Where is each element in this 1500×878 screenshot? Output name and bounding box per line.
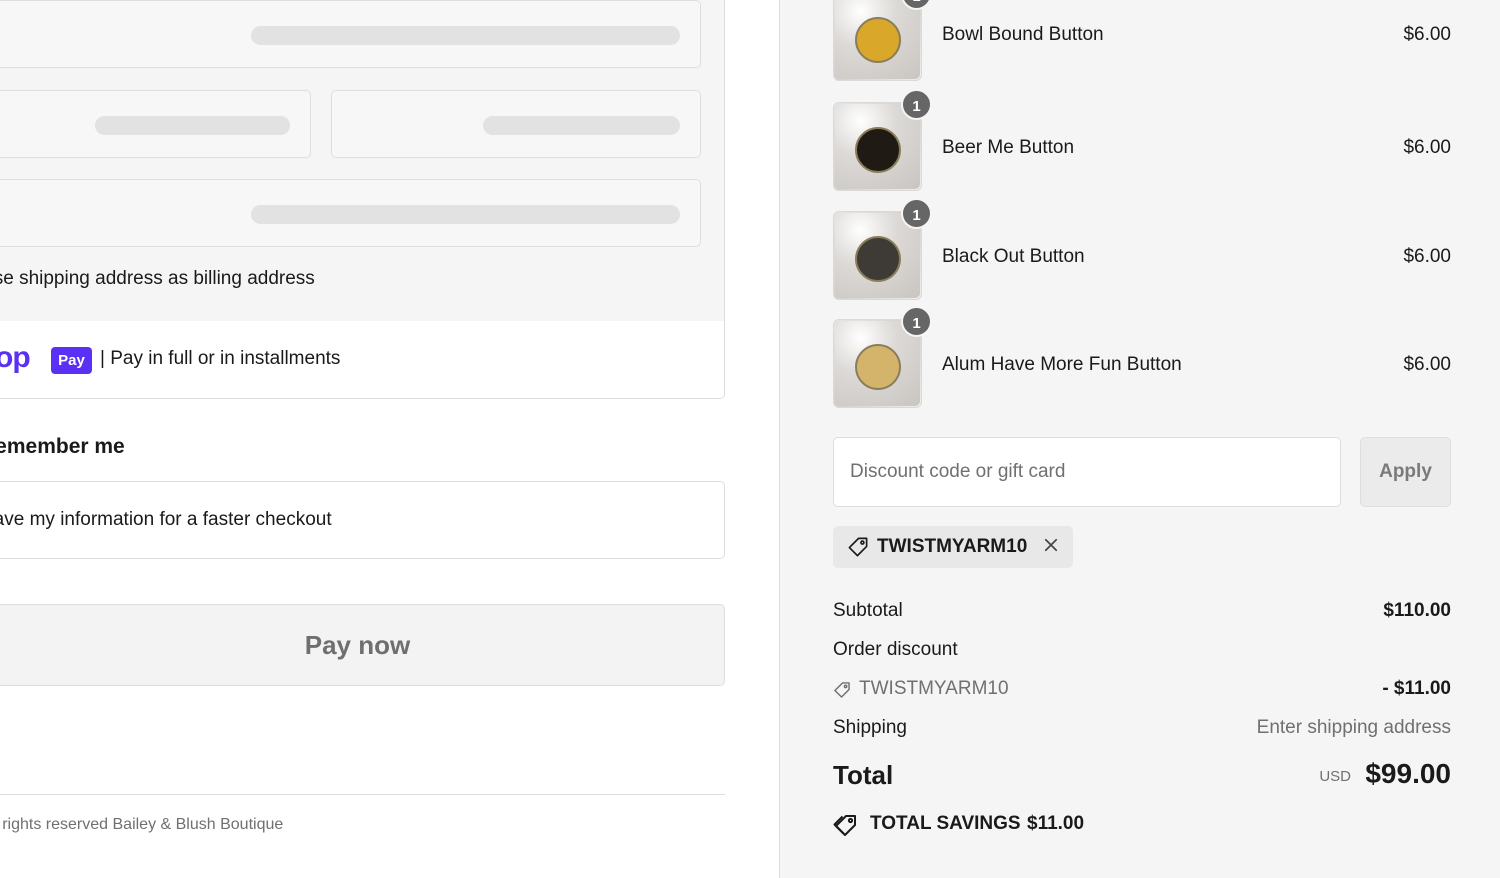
billing-field-placeholder[interactable]	[0, 90, 311, 158]
shop-pay-badge: Pay	[51, 347, 92, 374]
discount-code-input[interactable]	[833, 437, 1341, 507]
subtotal-label: Subtotal	[833, 600, 903, 621]
total-value: $99.00	[1365, 758, 1451, 789]
shop-pay-option[interactable]: shop Pay | Pay in full or in installment…	[0, 321, 725, 399]
total-currency: USD	[1319, 768, 1351, 785]
item-name: Black Out Button	[942, 246, 1085, 267]
alum-have-more-fun-button-photo	[855, 344, 901, 390]
checkout-form-column: Use shipping address as billing address …	[0, 0, 779, 878]
order-summary-sidebar: 1 Bowl Bound Button $6.00 1 Beer Me Butt…	[779, 0, 1500, 878]
billing-field-placeholder[interactable]	[0, 179, 701, 247]
same-address-label[interactable]: Use shipping address as billing address	[0, 268, 315, 290]
savings-tag-icon	[833, 813, 859, 844]
shipping-label: Shipping	[833, 717, 907, 738]
discount-code-label: TWISTMYARM10	[859, 678, 1009, 699]
apply-discount-button[interactable]: Apply	[1360, 437, 1451, 507]
discount-code-row: TWISTMYARM10 - $11.00	[833, 678, 1451, 708]
cart-item: 1 Alum Have More Fun Button $6.00	[833, 306, 1451, 409]
quantity-badge: 1	[901, 89, 932, 120]
loading-bar	[251, 205, 680, 224]
billing-field-placeholder[interactable]	[331, 90, 701, 158]
shipping-row: Shipping Enter shipping address	[833, 717, 1451, 747]
item-price: $6.00	[1403, 137, 1451, 158]
cart-item: 1 Black Out Button $6.00	[833, 198, 1451, 301]
loading-bar	[251, 26, 680, 45]
item-name: Beer Me Button	[942, 137, 1075, 158]
loading-bar	[95, 116, 290, 135]
remove-discount-button[interactable]	[1039, 534, 1063, 558]
black-out-button-photo	[855, 236, 901, 282]
item-price: $6.00	[1403, 354, 1451, 375]
quantity-badge: 1	[901, 306, 932, 337]
quantity-badge: 1	[901, 198, 932, 229]
tag-icon	[847, 536, 869, 563]
shop-pay-logo: shop	[0, 341, 31, 374]
cart-item: 1 Beer Me Button $6.00	[833, 89, 1451, 192]
total-savings-label: TOTAL SAVINGS	[870, 813, 1021, 834]
cart-item: 1 Bowl Bound Button $6.00	[833, 0, 1451, 82]
shipping-value: Enter shipping address	[1256, 717, 1451, 738]
save-info-label: Save my information for a faster checkou…	[0, 509, 332, 530]
subtotal-row: Subtotal $110.00	[833, 600, 1451, 630]
discount-amount: - $11.00	[1382, 678, 1451, 699]
product-thumbnail: 1	[833, 198, 932, 300]
close-icon	[1044, 538, 1058, 551]
pay-now-button[interactable]: Pay now	[0, 604, 725, 686]
total-label: Total	[833, 760, 894, 790]
bowl-bound-button-photo	[855, 17, 901, 63]
item-price: $6.00	[1403, 246, 1451, 267]
footer-copyright: All rights reserved Bailey & Blush Bouti…	[0, 816, 284, 833]
remember-me-heading: Remember me	[0, 435, 125, 458]
item-name: Bowl Bound Button	[942, 24, 1104, 45]
applied-code-label: TWISTMYARM10	[877, 536, 1028, 557]
product-thumbnail: 1	[833, 306, 932, 408]
loading-bar	[483, 116, 680, 135]
item-name: Alum Have More Fun Button	[942, 354, 1182, 375]
save-info-checkbox-row[interactable]: Save my information for a faster checkou…	[0, 481, 725, 559]
subtotal-value: $110.00	[1383, 600, 1451, 621]
item-price: $6.00	[1403, 24, 1451, 45]
beer-me-button-photo	[855, 127, 901, 173]
billing-field-placeholder[interactable]	[0, 0, 701, 68]
total-savings-value: $11.00	[1027, 813, 1085, 834]
order-discount-label: Order discount	[833, 639, 958, 660]
small-tag-icon	[833, 678, 851, 705]
order-discount-row: Order discount	[833, 639, 1451, 669]
product-thumbnail: 1	[833, 0, 932, 81]
total-row: Total USD $99.00	[833, 758, 1451, 798]
applied-discount-chip: TWISTMYARM10	[833, 526, 1073, 568]
footer-divider	[0, 794, 725, 795]
product-thumbnail: 1	[833, 89, 932, 191]
shop-pay-description: | Pay in full or in installments	[100, 348, 341, 369]
